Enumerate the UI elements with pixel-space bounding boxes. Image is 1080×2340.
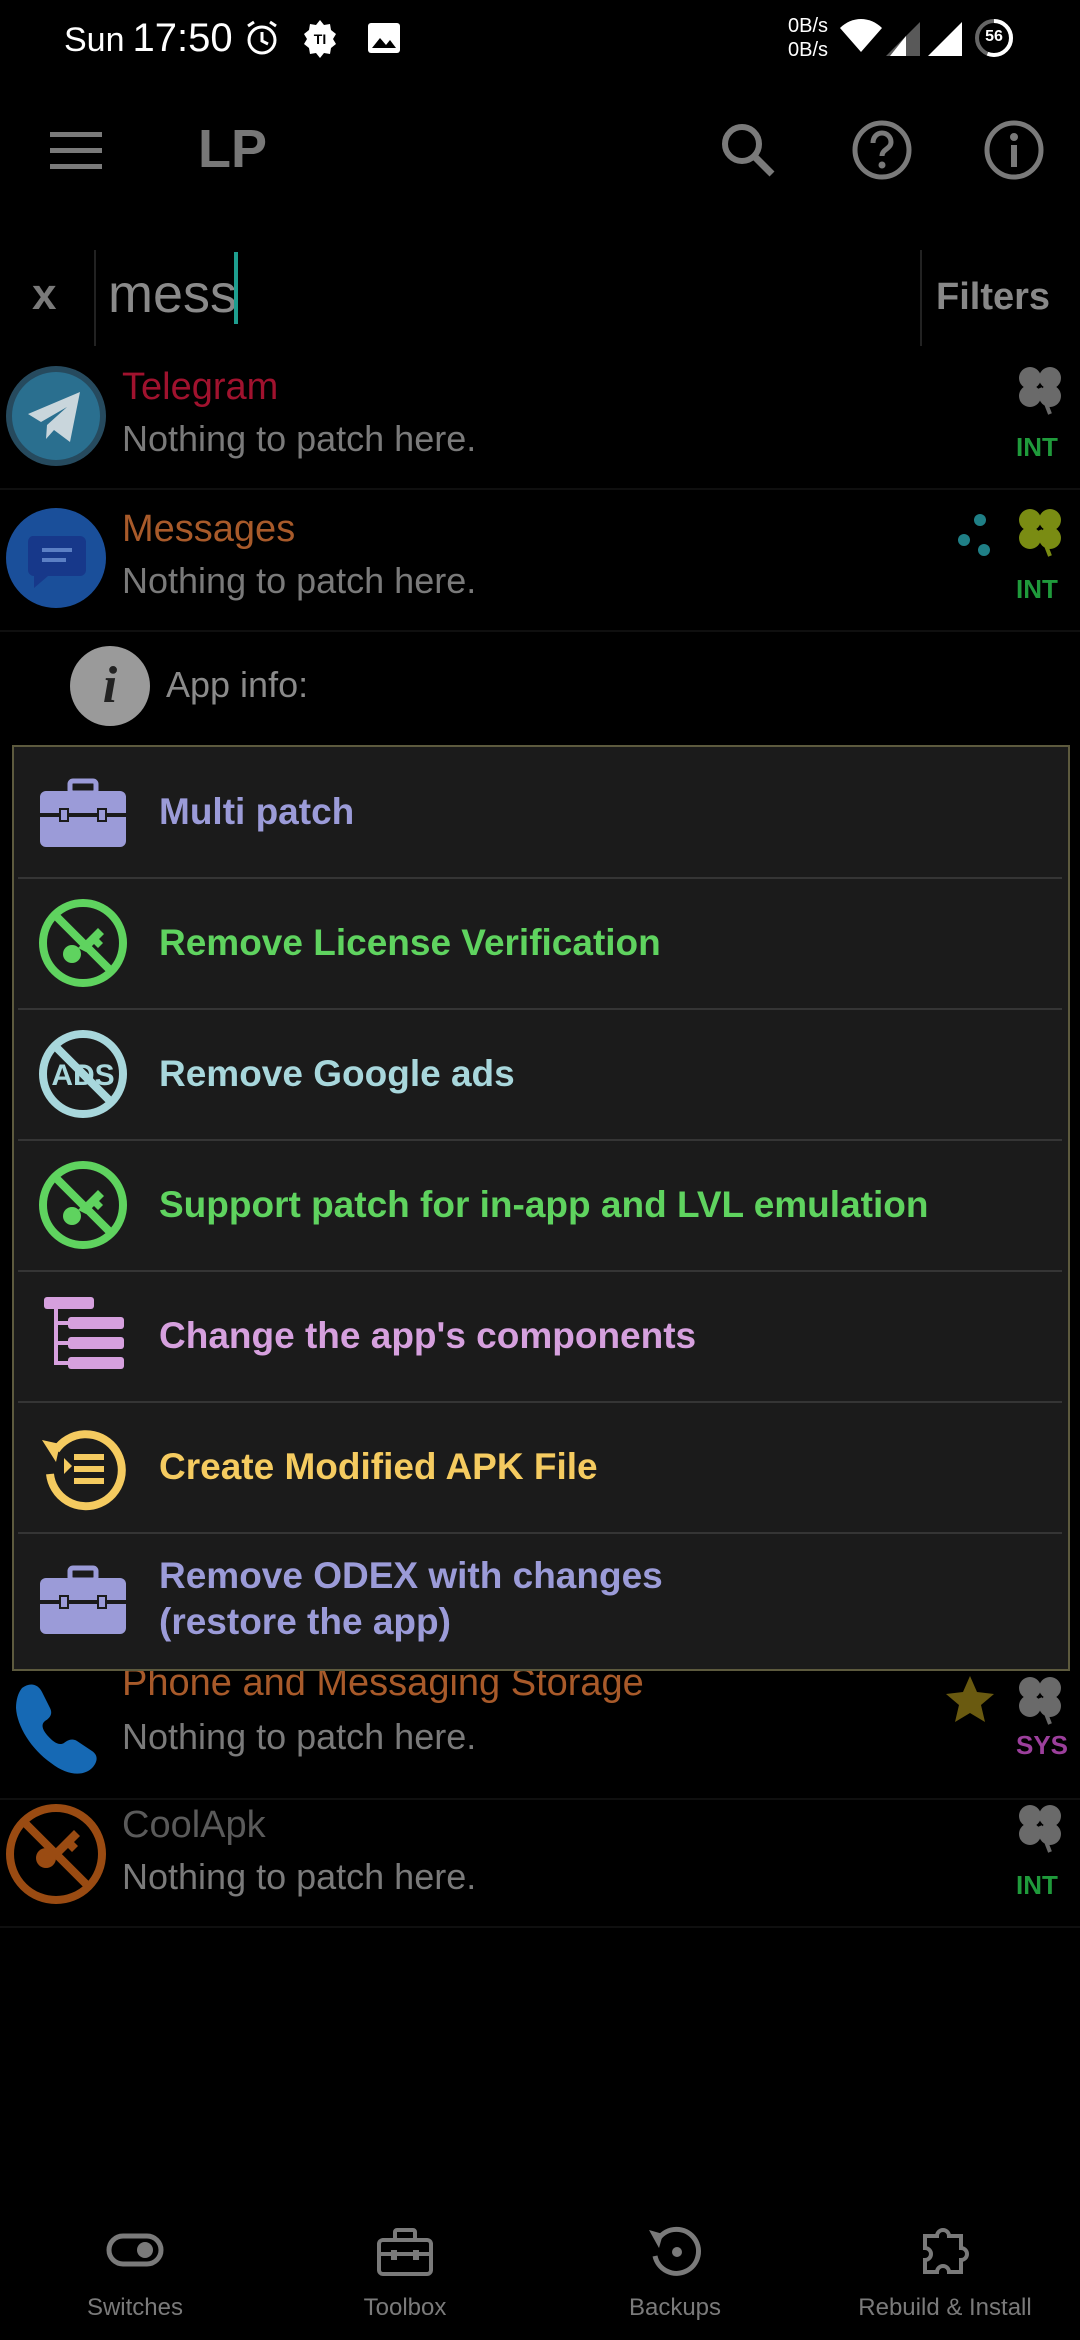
bottom-navigation: Switches Toolbox Backups Rebuild & Insta… xyxy=(0,2210,1080,2340)
app-title: LP xyxy=(198,119,268,179)
nav-switches[interactable]: Switches xyxy=(0,2210,270,2340)
app-type-badge: INT xyxy=(1016,574,1058,604)
nav-backups[interactable]: Backups xyxy=(540,2210,810,2340)
toolbox-icon xyxy=(40,778,126,847)
toolbox-icon xyxy=(40,1565,126,1634)
no-key-icon xyxy=(39,1161,127,1249)
app-status: Nothing to patch here. xyxy=(122,418,477,459)
app-row-phone-messaging-storage[interactable]: Phone and Messaging Storage Nothing to p… xyxy=(0,1658,1080,1800)
image-icon xyxy=(368,23,400,53)
info-icon[interactable] xyxy=(982,118,1046,182)
app-name: Telegram xyxy=(122,366,279,408)
app-name: CoolApk xyxy=(122,1804,266,1846)
menu-item-change-components[interactable]: Change the app's components xyxy=(18,1271,1062,1403)
app-status: Nothing to patch here. xyxy=(122,560,477,601)
components-icon xyxy=(44,1297,124,1369)
app-info-row[interactable]: i App info: xyxy=(0,632,1080,742)
svg-text:TI: TI xyxy=(314,31,326,47)
toolbox-icon xyxy=(377,2228,433,2276)
network-speed: 0B/s 0B/s xyxy=(788,15,829,61)
menu-item-label: Remove Google ads xyxy=(159,1053,515,1094)
info-icon: i xyxy=(70,646,150,726)
menu-item-label: Remove License Verification xyxy=(159,922,661,963)
menu-item-remove-odex[interactable]: Remove ODEX with changes (restore the ap… xyxy=(18,1533,1062,1665)
help-icon[interactable] xyxy=(850,118,914,182)
divider xyxy=(94,250,96,346)
divider xyxy=(920,250,922,346)
menu-item-label: Remove ODEX with changes (restore the ap… xyxy=(159,1555,663,1642)
app-status: Nothing to patch here. xyxy=(122,1856,477,1897)
nav-toolbox[interactable]: Toolbox xyxy=(270,2210,540,2340)
menu-item-label: Change the app's components xyxy=(159,1315,697,1356)
app-row-telegram[interactable]: Telegram Nothing to patch here. INT xyxy=(0,348,1080,490)
search-icon[interactable] xyxy=(716,118,780,182)
app-toolbar: LP xyxy=(0,90,1080,220)
signal-icon-2 xyxy=(928,22,962,56)
hamburger-menu-icon[interactable] xyxy=(44,118,108,182)
clover-icon xyxy=(1019,367,1061,415)
wifi-icon xyxy=(840,19,882,52)
messages-icon xyxy=(6,508,106,608)
coolapk-icon xyxy=(6,1804,106,1904)
app-notification-icon: TI xyxy=(304,20,336,58)
search-bar: x Filters xyxy=(0,248,1080,348)
status-time: Sun 17:50 xyxy=(64,16,233,60)
signal-icon xyxy=(886,22,920,56)
star-icon xyxy=(946,1676,994,1722)
phone-icon xyxy=(16,1684,97,1774)
patch-options-menu: Multi patch Remove License Verification … xyxy=(12,745,1070,1671)
clover-icon xyxy=(1019,1677,1061,1725)
app-row-messages[interactable]: Messages Nothing to patch here. INT xyxy=(0,490,1080,632)
telegram-icon xyxy=(6,366,106,466)
app-type-badge: INT xyxy=(1016,1870,1058,1900)
filters-button[interactable]: Filters xyxy=(936,276,1050,319)
menu-item-label: Multi patch xyxy=(159,791,355,832)
search-input[interactable] xyxy=(108,254,898,334)
menu-item-label: Support patch for in-app and LVL emulati… xyxy=(159,1184,929,1225)
menu-item-remove-google-ads[interactable]: ADS Remove Google ads xyxy=(18,1009,1062,1141)
puzzle-icon xyxy=(923,2228,969,2274)
alarm-icon xyxy=(247,20,277,55)
battery-icon: 56 xyxy=(974,18,1014,58)
menu-item-support-patch[interactable]: Support patch for in-app and LVL emulati… xyxy=(18,1140,1062,1272)
menu-item-remove-license-verification[interactable]: Remove License Verification xyxy=(18,878,1062,1010)
app-row-coolapk[interactable]: CoolApk Nothing to patch here. INT xyxy=(0,1786,1080,1928)
clover-icon xyxy=(1019,509,1061,557)
status-bar: Sun 17:50 TI 0B/s 0B/s 56 xyxy=(0,0,1080,80)
menu-item-multi-patch[interactable]: Multi patch xyxy=(18,747,1062,879)
menu-item-label: Create Modified APK File xyxy=(159,1446,598,1487)
app-type-badge: SYS xyxy=(1016,1730,1069,1760)
app-info-label: App info: xyxy=(166,664,309,705)
app-name: Messages xyxy=(122,508,296,550)
dots-icon xyxy=(958,514,990,556)
no-key-icon xyxy=(39,899,127,987)
backup-icon xyxy=(649,2226,701,2276)
rebuild-icon xyxy=(42,1430,126,1511)
clear-search-button[interactable]: x xyxy=(32,270,56,320)
text-cursor xyxy=(234,252,238,324)
toggle-icon xyxy=(106,2233,164,2267)
no-ads-icon: ADS xyxy=(39,1030,127,1118)
app-status: Nothing to patch here. xyxy=(122,1716,477,1757)
clover-icon xyxy=(1019,1805,1061,1853)
menu-item-create-modified-apk[interactable]: Create Modified APK File xyxy=(18,1402,1062,1534)
nav-rebuild-install[interactable]: Rebuild & Install xyxy=(810,2210,1080,2340)
app-type-badge: INT xyxy=(1016,432,1058,462)
